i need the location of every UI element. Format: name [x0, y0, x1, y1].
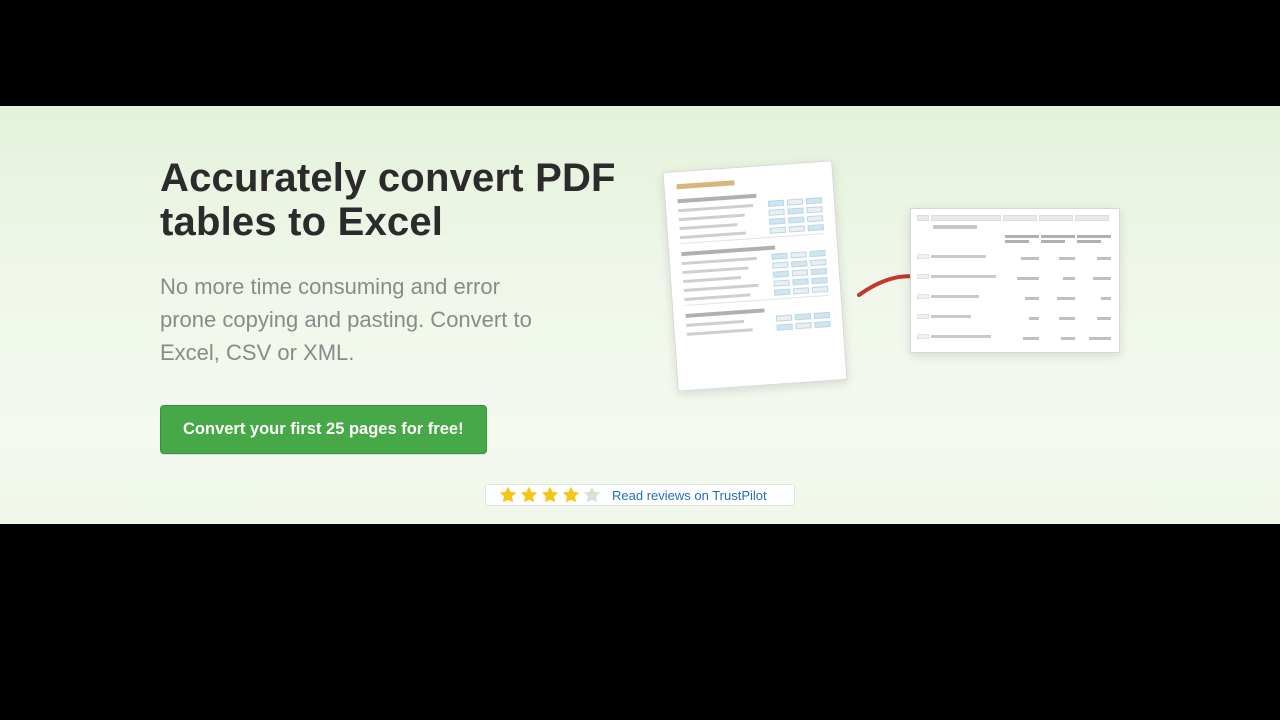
star-rating: [498, 485, 602, 505]
letterbox-bottom: [0, 524, 1280, 720]
hero-section: Accurately convert PDF tables to Excel N…: [0, 106, 1280, 524]
star-filled-icon: [561, 485, 581, 505]
page-subheadline: No more time consuming and error prone c…: [160, 270, 540, 369]
star-filled-icon: [540, 485, 560, 505]
conversion-illustration: [650, 166, 1120, 406]
star-filled-icon: [498, 485, 518, 505]
letterbox-top: [0, 0, 1280, 106]
pdf-table-icon: [663, 160, 848, 391]
convert-free-button[interactable]: Convert your first 25 pages for free!: [160, 405, 487, 454]
excel-grid-icon: [910, 208, 1120, 353]
reviews-bar: Read reviews on TrustPilot: [485, 484, 795, 506]
page-headline: Accurately convert PDF tables to Excel: [160, 156, 620, 244]
star-empty-icon: [582, 485, 602, 505]
star-filled-icon: [519, 485, 539, 505]
trustpilot-reviews-link[interactable]: Read reviews on TrustPilot: [612, 488, 767, 503]
hero-text-column: Accurately convert PDF tables to Excel N…: [160, 156, 620, 454]
